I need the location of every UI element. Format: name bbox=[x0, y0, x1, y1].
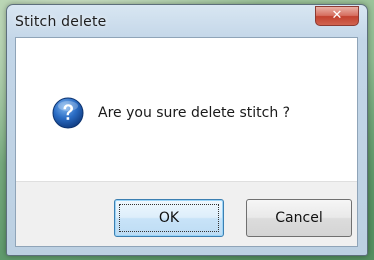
message-area: Are you sure delete stitch ? bbox=[16, 38, 357, 181]
title-bar[interactable]: Stitch delete ✕ bbox=[7, 5, 367, 37]
question-icon bbox=[52, 97, 84, 129]
desktop-background: Stitch delete ✕ Are you sure delete stit… bbox=[0, 0, 374, 260]
close-button[interactable]: ✕ bbox=[315, 6, 359, 26]
confirmation-message: Are you sure delete stitch ? bbox=[98, 105, 291, 121]
dialog-title: Stitch delete bbox=[15, 14, 107, 30]
button-bar: OK Cancel bbox=[16, 181, 357, 246]
cancel-button[interactable]: Cancel bbox=[246, 199, 352, 237]
stitch-delete-dialog: Stitch delete ✕ Are you sure delete stit… bbox=[6, 4, 368, 256]
dialog-body: Are you sure delete stitch ? OK Cancel bbox=[15, 37, 358, 247]
close-icon: ✕ bbox=[331, 8, 343, 23]
cancel-button-label: Cancel bbox=[275, 210, 323, 226]
ok-button-label: OK bbox=[158, 210, 180, 226]
ok-button[interactable]: OK bbox=[114, 199, 224, 237]
